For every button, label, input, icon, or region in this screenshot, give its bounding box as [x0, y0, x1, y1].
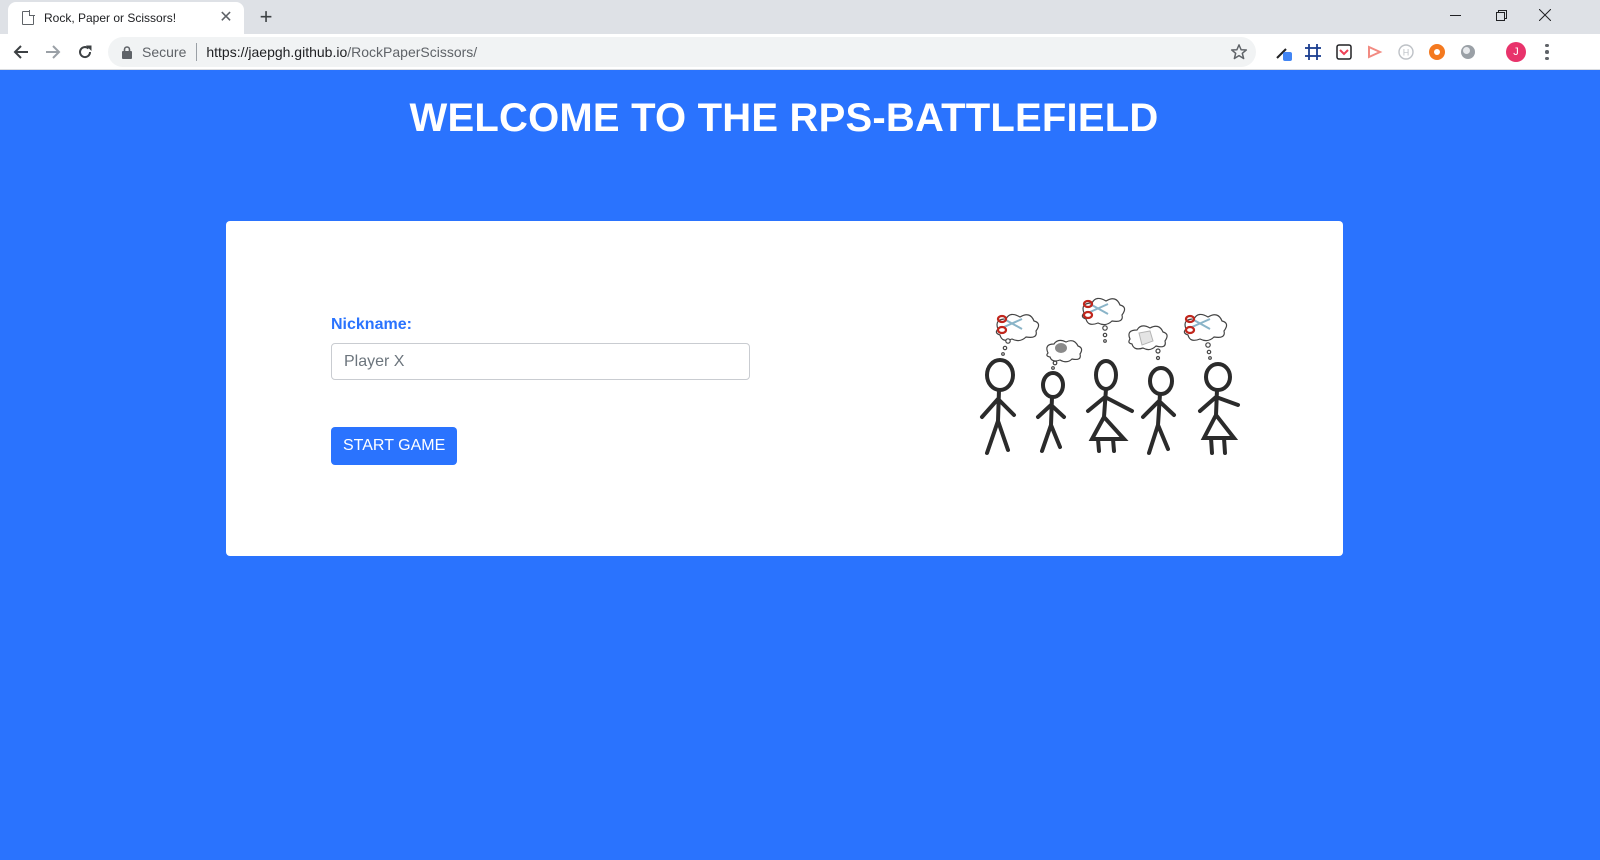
nickname-input[interactable] [331, 343, 750, 380]
svg-text:H: H [1403, 48, 1410, 58]
color-picker-extension-icon[interactable] [1274, 43, 1292, 61]
grid-extension-icon[interactable] [1304, 43, 1322, 61]
close-tab-icon[interactable]: ✕ [218, 10, 234, 26]
document-icon [22, 10, 35, 25]
profile-avatar[interactable]: J [1506, 42, 1526, 62]
rock-thought [1055, 343, 1067, 353]
url-path: /RockPaperScissors/ [347, 44, 478, 60]
stick-figures-illustration [980, 297, 1240, 455]
lock-icon [120, 45, 134, 59]
start-card: Nickname: START GAME [226, 221, 1343, 556]
browser-toolbar: Secure https://jaepgh.github.io/RockPape… [0, 34, 1600, 70]
url-host: https://jaepgh.github.io [206, 44, 348, 60]
nickname-label: Nickname: [331, 316, 412, 333]
url-separator [196, 43, 198, 61]
reload-icon[interactable] [72, 39, 98, 65]
h-extension-icon[interactable]: H [1397, 43, 1415, 61]
address-bar[interactable]: Secure https://jaepgh.github.io/RockPape… [108, 37, 1256, 67]
tab-strip: Rock, Paper or Scissors! ✕ + [0, 0, 1600, 34]
window-close-icon[interactable] [1522, 0, 1568, 30]
cast-extension-icon[interactable] [1366, 43, 1384, 61]
back-icon[interactable] [8, 39, 34, 65]
browser-menu-icon[interactable] [1540, 42, 1554, 62]
start-game-button[interactable]: START GAME [331, 427, 458, 465]
security-status: Secure [142, 44, 187, 60]
orange-extension-icon[interactable] [1428, 43, 1446, 61]
page-title: WELCOME TO THE RPS-BATTLEFIELD [409, 96, 1159, 140]
forward-icon[interactable] [40, 39, 66, 65]
minimize-icon[interactable] [1432, 0, 1478, 30]
restore-icon[interactable] [1478, 0, 1524, 30]
new-tab-button[interactable]: + [252, 4, 280, 32]
browser-tab[interactable]: Rock, Paper or Scissors! ✕ [8, 2, 244, 34]
bookmark-star-icon[interactable] [1230, 43, 1248, 61]
gray-circle-extension-icon[interactable] [1459, 43, 1477, 61]
tab-title: Rock, Paper or Scissors! [44, 11, 177, 25]
pocket-extension-icon[interactable] [1335, 43, 1353, 61]
